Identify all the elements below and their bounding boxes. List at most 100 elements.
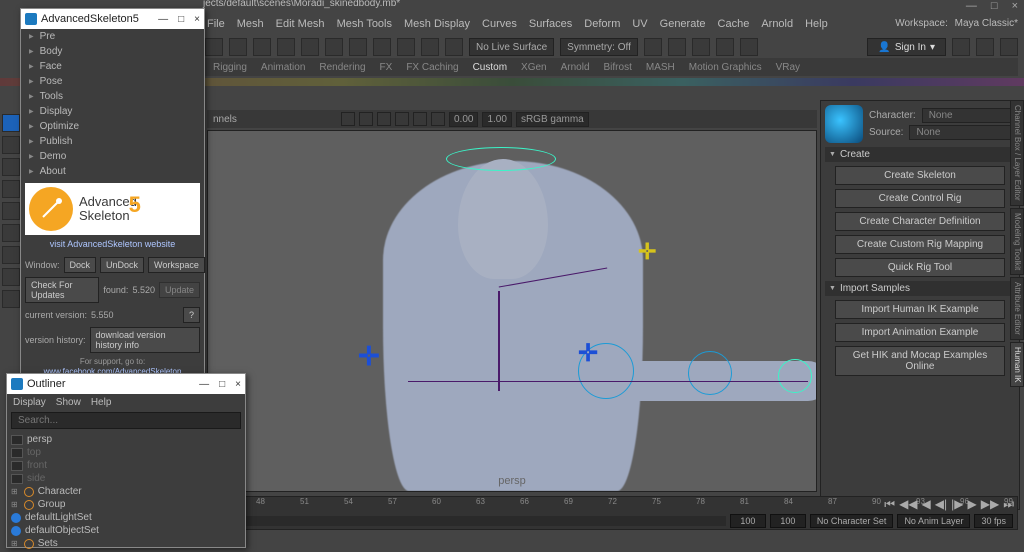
shelf-icon[interactable] <box>301 38 319 56</box>
outliner-display[interactable]: Display <box>13 397 46 408</box>
menu-help[interactable]: Help <box>805 18 828 30</box>
outliner-help[interactable]: Help <box>91 397 112 408</box>
as5-close[interactable]: × <box>194 14 200 25</box>
exposure-value[interactable]: 0.00 <box>449 112 478 127</box>
rotate-tool[interactable] <box>2 180 20 198</box>
as5-menu-optimize[interactable]: Optimize <box>21 119 204 134</box>
shelf-icon[interactable] <box>421 38 439 56</box>
locator-icon[interactable]: ✛ <box>638 239 656 265</box>
outliner-item[interactable]: top <box>27 447 41 458</box>
outliner-item[interactable]: Character <box>38 486 82 497</box>
tab-fxcaching[interactable]: FX Caching <box>406 62 458 73</box>
symmetry-dropdown[interactable]: Symmetry: Off <box>560 38 638 56</box>
tab-xgen[interactable]: XGen <box>521 62 547 73</box>
outliner-row[interactable]: Character <box>11 485 241 498</box>
as5-menu-publish[interactable]: Publish <box>21 134 204 149</box>
as5-titlebar[interactable]: AdvancedSkeleton5 — □ × <box>21 9 204 29</box>
outliner-row[interactable]: persp <box>11 433 241 446</box>
as5-minimize[interactable]: — <box>158 14 168 25</box>
outliner-maximize[interactable]: □ <box>219 379 225 390</box>
vp-icon[interactable] <box>359 112 373 126</box>
import-section-header[interactable]: Import Samples <box>825 281 1015 296</box>
live-surface-dropdown[interactable]: No Live Surface <box>469 38 554 56</box>
tab-rigging[interactable]: Rigging <box>213 62 247 73</box>
shelf-icon[interactable] <box>692 38 710 56</box>
menu-edit-mesh[interactable]: Edit Mesh <box>276 18 325 30</box>
tab-modeling-toolkit[interactable]: Modeling Toolkit <box>1010 208 1024 275</box>
play-fwd-button[interactable]: |▶ <box>951 497 963 512</box>
tab-animation[interactable]: Animation <box>261 62 305 73</box>
move-tool[interactable] <box>2 158 20 176</box>
range-slider[interactable]: 100 100 No Character Set No Anim Layer 3… <box>208 513 1017 529</box>
vp-icon[interactable] <box>377 112 391 126</box>
vp-icon[interactable] <box>341 112 355 126</box>
menu-mesh[interactable]: Mesh <box>237 18 264 30</box>
create-control-rig-button[interactable]: Create Control Rig <box>835 189 1005 208</box>
as5-maximize[interactable]: □ <box>178 14 184 25</box>
tab-human-ik[interactable]: Human IK <box>1010 342 1024 388</box>
tab-bifrost[interactable]: Bifrost <box>604 62 632 73</box>
outliner-row[interactable]: top <box>11 446 241 459</box>
as5-website-link[interactable]: visit AdvancedSkeleton website <box>21 239 204 249</box>
as5-menu-demo[interactable]: Demo <box>21 149 204 164</box>
select-tool[interactable] <box>2 114 20 132</box>
step-fwd-key-button[interactable]: ▶▶ <box>981 497 999 512</box>
check-updates-button[interactable]: Check For Updates <box>25 277 99 303</box>
vp-icon[interactable] <box>395 112 409 126</box>
range-end-a[interactable]: 100 <box>730 514 766 528</box>
scale-tool[interactable] <box>2 202 20 220</box>
undock-button[interactable]: UnDock <box>100 257 144 273</box>
shelf-icon[interactable] <box>349 38 367 56</box>
tab-attribute-editor[interactable]: Attribute Editor <box>1010 277 1024 340</box>
locator-icon[interactable]: ✛ <box>358 341 380 372</box>
outliner-row[interactable]: side <box>11 472 241 485</box>
wrist-control[interactable] <box>778 359 812 393</box>
step-back-key-button[interactable]: ◀◀ <box>899 497 917 512</box>
minimize-button[interactable]: — <box>966 0 977 16</box>
shelf-icon[interactable] <box>1000 38 1018 56</box>
menu-deform[interactable]: Deform <box>584 18 620 30</box>
shelf-icon[interactable] <box>445 38 463 56</box>
tab-motion-graphics[interactable]: Motion Graphics <box>689 62 762 73</box>
vp-icon[interactable] <box>431 112 445 126</box>
play-back-button[interactable]: ◀| <box>935 497 947 512</box>
range-end-b[interactable]: 100 <box>770 514 806 528</box>
sign-in-button[interactable]: 👤 Sign In ▾ <box>867 38 946 56</box>
anim-layer-dropdown[interactable]: No Anim Layer <box>897 514 970 528</box>
shelf-icon[interactable] <box>253 38 271 56</box>
shelf-icon[interactable] <box>325 38 343 56</box>
help-button[interactable]: ? <box>183 307 200 323</box>
tab-fx[interactable]: FX <box>380 62 393 73</box>
create-section-header[interactable]: Create <box>825 147 1015 162</box>
outliner-minimize[interactable]: — <box>199 379 209 390</box>
as5-menu-face[interactable]: Face <box>21 59 204 74</box>
create-skeleton-button[interactable]: Create Skeleton <box>835 166 1005 185</box>
outliner-item[interactable]: defaultLightSet <box>25 512 92 523</box>
tab-mash[interactable]: MASH <box>646 62 675 73</box>
fps-dropdown[interactable]: 30 fps <box>974 514 1013 528</box>
character-set-dropdown[interactable]: No Character Set <box>810 514 894 528</box>
shelf-icon[interactable] <box>716 38 734 56</box>
elbow-control[interactable] <box>688 351 732 395</box>
as5-menu-body[interactable]: Body <box>21 44 204 59</box>
step-back-button[interactable]: ◀ <box>922 497 931 512</box>
outliner-window[interactable]: Outliner — □ × Display Show Help Search.… <box>6 373 246 548</box>
shelf-icon[interactable] <box>668 38 686 56</box>
as5-menu-tools[interactable]: Tools <box>21 89 204 104</box>
locator-icon[interactable]: ✛ <box>578 339 598 368</box>
outliner-titlebar[interactable]: Outliner — □ × <box>7 374 245 394</box>
import-animation-button[interactable]: Import Animation Example <box>835 323 1005 342</box>
download-history-button[interactable]: download version history info <box>90 327 200 353</box>
outliner-row[interactable]: defaultLightSet <box>11 511 241 524</box>
menu-cache[interactable]: Cache <box>718 18 750 30</box>
create-custom-rig-button[interactable]: Create Custom Rig Mapping <box>835 235 1005 254</box>
color-space-dropdown[interactable]: sRGB gamma <box>516 112 589 127</box>
vp-icon[interactable] <box>413 112 427 126</box>
advanced-skeleton-window[interactable]: AdvancedSkeleton5 — □ × Pre Body Face Po… <box>20 8 205 398</box>
shelf-icon[interactable] <box>205 38 223 56</box>
shelf-icon[interactable] <box>644 38 662 56</box>
menu-surfaces[interactable]: Surfaces <box>529 18 572 30</box>
gamma-value[interactable]: 1.00 <box>482 112 511 127</box>
create-char-def-button[interactable]: Create Character Definition <box>835 212 1005 231</box>
menu-curves[interactable]: Curves <box>482 18 517 30</box>
